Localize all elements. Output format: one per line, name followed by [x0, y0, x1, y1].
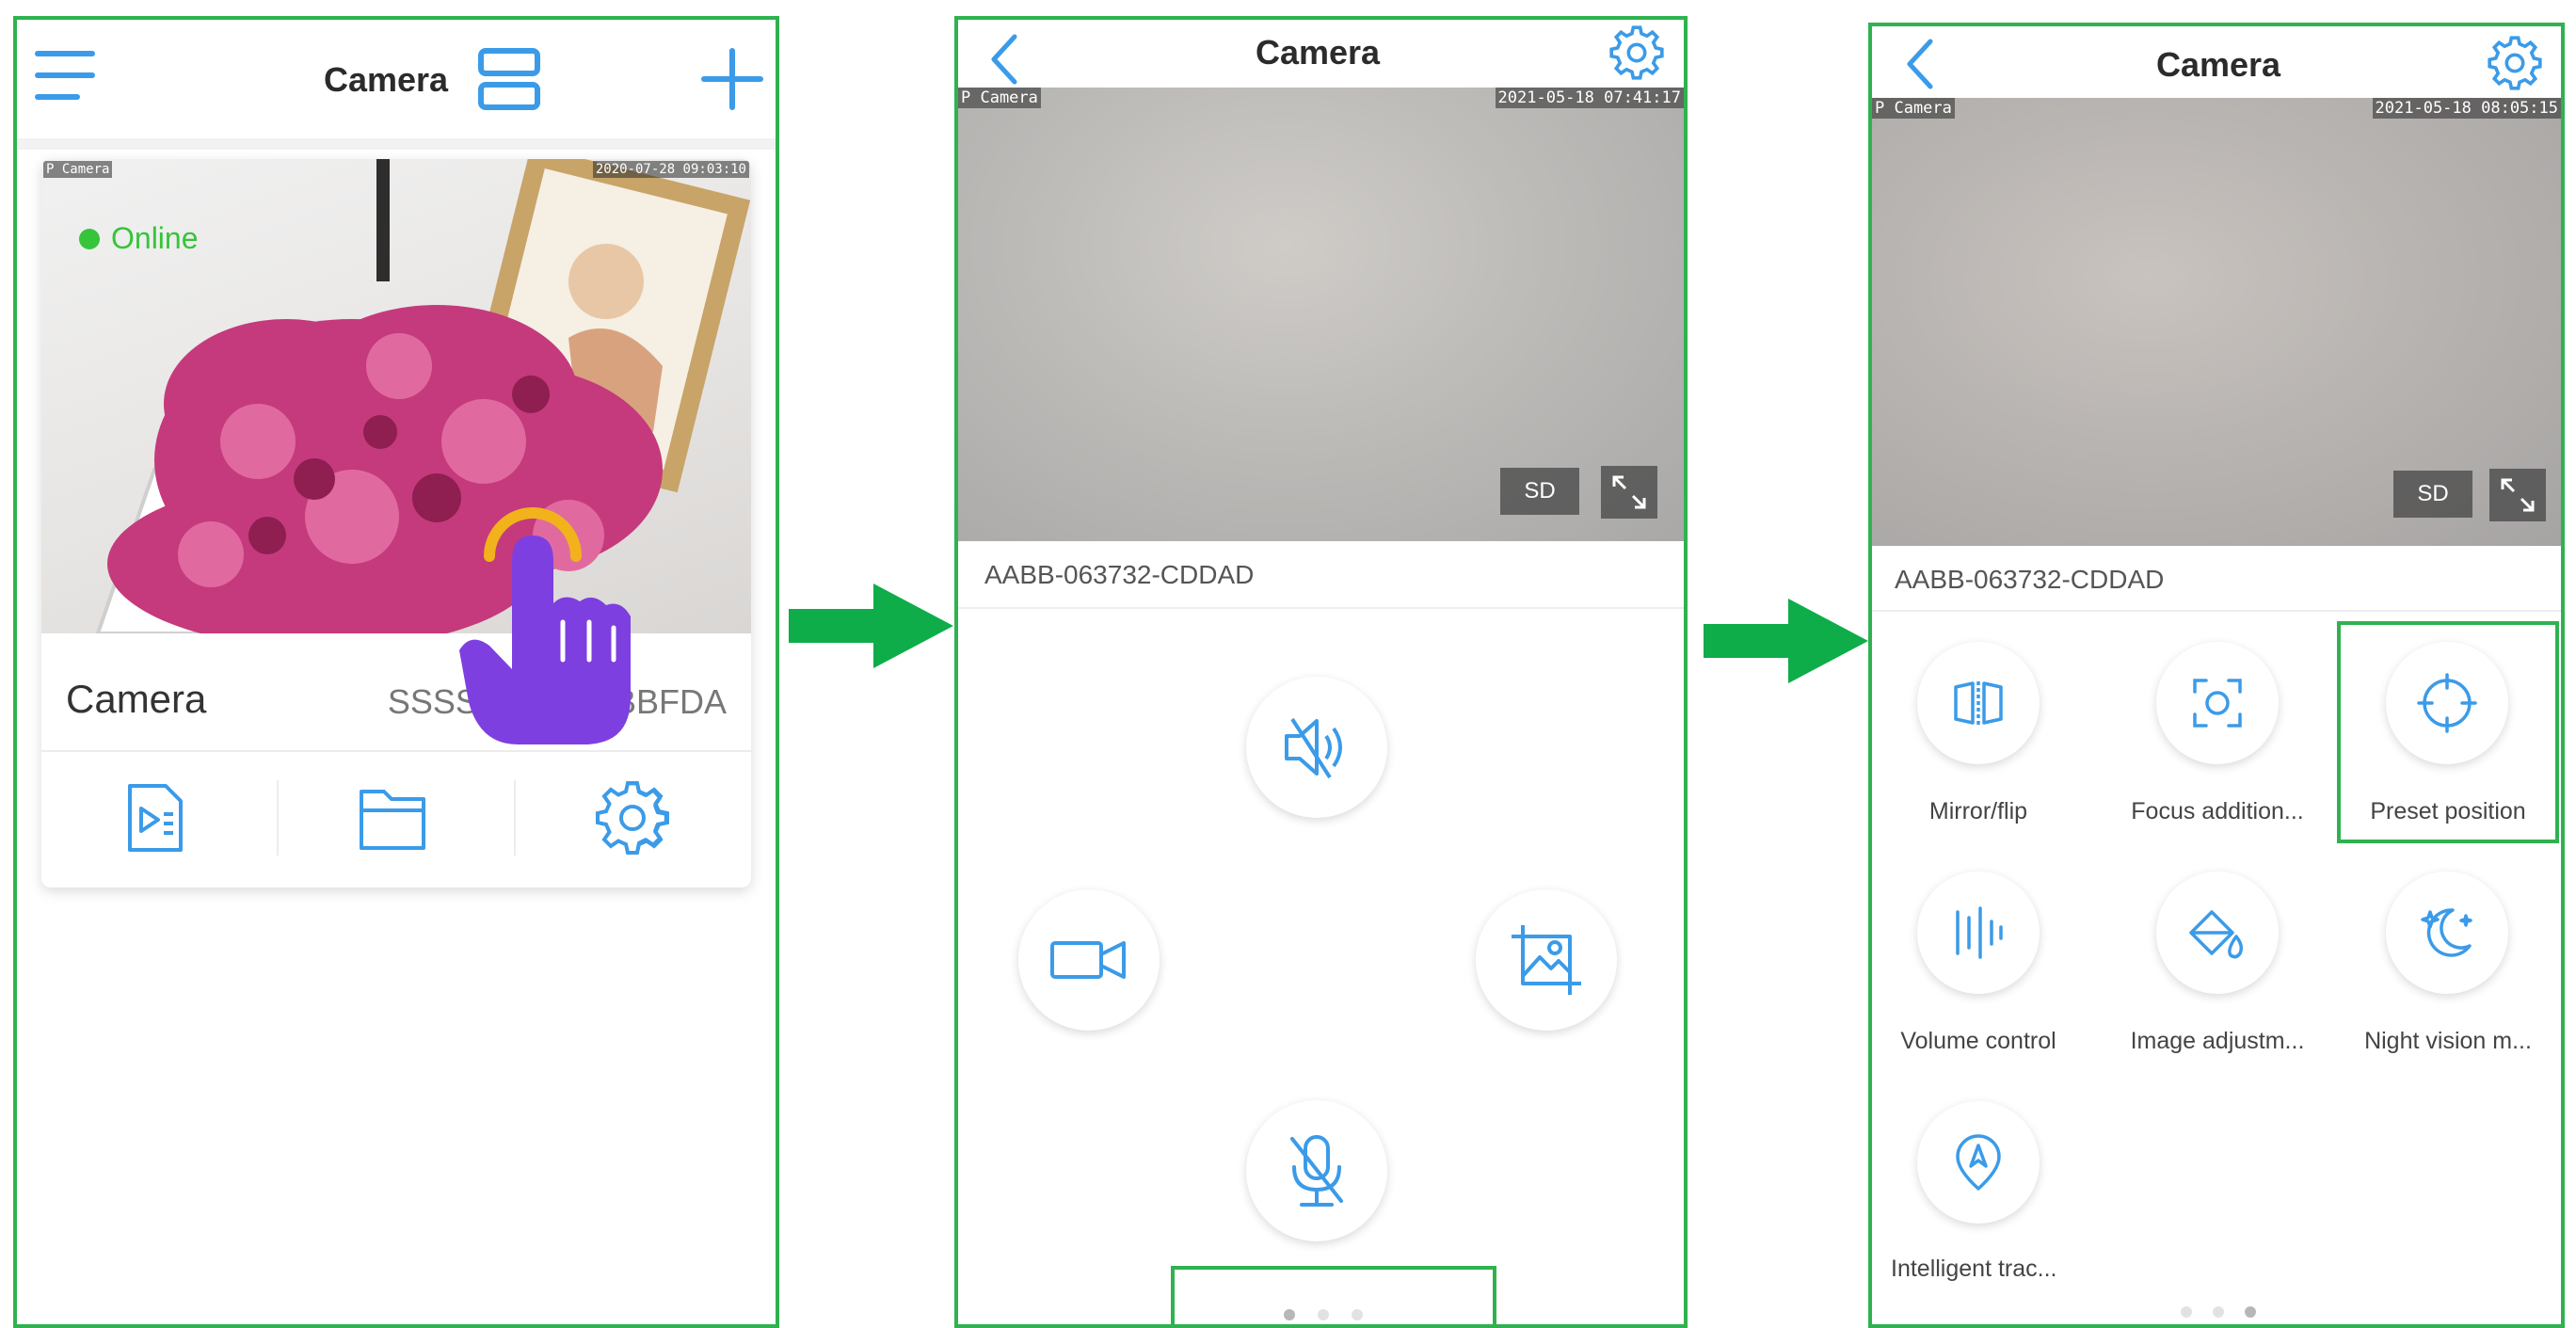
- back-icon[interactable]: [988, 33, 1018, 86]
- volume-control-button[interactable]: [1917, 872, 2040, 994]
- function-label: Night vision m...: [2364, 1028, 2532, 1054]
- action-divider: [514, 780, 516, 856]
- function-label: Image adjustm...: [2130, 1028, 2305, 1054]
- snapshot-button[interactable]: [1476, 889, 1617, 1031]
- layout-toggle-icon[interactable]: [476, 46, 542, 112]
- mirror-flip-icon: [1954, 681, 2003, 725]
- step-arrow-icon: [1704, 599, 1868, 683]
- page-dot-2[interactable]: [2213, 1306, 2224, 1318]
- image-adjustment-button[interactable]: [2156, 872, 2279, 994]
- device-name: Camera: [66, 677, 207, 721]
- live-video[interactable]: P Camera 2021-05-18 08:05:15 SD: [1872, 98, 2561, 546]
- camera-thumbnail[interactable]: P Camera 2020-07-28 09:03:10 Online: [41, 159, 751, 633]
- section-divider: [1872, 610, 2561, 612]
- page-title: Camera: [2156, 45, 2281, 84]
- device-id: AABB-063732-CDDAD: [984, 560, 1255, 589]
- microphone-mute-icon: [1290, 1135, 1343, 1207]
- function-label: Mirror/flip: [1928, 798, 2028, 824]
- quality-sd-button[interactable]: SD: [2393, 471, 2472, 518]
- overlay-camera-name: P Camera: [1872, 98, 1955, 119]
- page-indicator-highlight: [1171, 1266, 1496, 1324]
- step-arrow-icon: [789, 584, 953, 668]
- section-divider: [958, 607, 1684, 609]
- function-label: Focus addition...: [2131, 798, 2304, 824]
- device-id: AABB-063732-CDDAD: [1895, 565, 2165, 594]
- device-card[interactable]: P Camera 2020-07-28 09:03:10 Online Came…: [41, 159, 751, 888]
- volume-control-icon: [1956, 906, 2003, 959]
- add-icon[interactable]: [701, 48, 763, 110]
- overlay-camera-name: P Camera: [43, 161, 113, 178]
- folder-icon[interactable]: [356, 782, 433, 854]
- action-divider: [277, 780, 279, 856]
- record-video-icon: [1050, 941, 1126, 979]
- menu-icon[interactable]: [34, 48, 96, 103]
- speaker-mute-icon: [1285, 717, 1342, 779]
- page-dot-3[interactable]: [2245, 1306, 2256, 1318]
- header-divider: [17, 138, 776, 150]
- page-dot-3[interactable]: [1352, 1309, 1363, 1320]
- overlay-timestamp: 2021-05-18 08:05:15: [2372, 98, 2561, 119]
- intelligent-tracking-icon: [1956, 1134, 2001, 1191]
- card-divider: [41, 750, 751, 752]
- page-dot-2[interactable]: [1318, 1309, 1329, 1320]
- fullscreen-icon[interactable]: [1601, 466, 1657, 519]
- page-dot-1[interactable]: [1284, 1309, 1295, 1320]
- online-dot: [79, 228, 100, 249]
- page-title: Camera: [324, 60, 449, 99]
- settings-gear-icon[interactable]: [2488, 36, 2542, 90]
- overlay-timestamp: 2020-07-28 09:03:10: [592, 161, 749, 178]
- page-dot-1[interactable]: [2181, 1306, 2192, 1318]
- online-status-label: Online: [111, 221, 199, 255]
- function-label: Preset position: [2370, 798, 2526, 824]
- preset-position-icon: [2417, 673, 2477, 733]
- settings-gear-icon[interactable]: [595, 780, 670, 856]
- quality-sd-button[interactable]: SD: [1500, 468, 1579, 515]
- microphone-mute-button[interactable]: [1246, 1100, 1387, 1241]
- overlay-camera-name: P Camera: [958, 88, 1041, 108]
- mirror-flip-button[interactable]: [1917, 642, 2040, 764]
- panel-functions: Camera P Camera 2021-05-18 08:05:15 SD A…: [1868, 23, 2565, 1328]
- settings-gear-icon[interactable]: [1609, 25, 1664, 80]
- live-video[interactable]: P Camera 2021-05-18 07:41:17 SD: [958, 88, 1684, 541]
- speaker-mute-button[interactable]: [1246, 677, 1387, 818]
- panel-live-view: Camera P Camera 2021-05-18 07:41:17 SD A…: [954, 16, 1688, 1328]
- snapshot-icon: [1512, 925, 1581, 995]
- focus-icon: [2193, 679, 2242, 728]
- online-status: Online: [79, 221, 199, 256]
- image-adjust-icon: [2189, 910, 2244, 959]
- page-title: Camera: [1256, 33, 1381, 72]
- function-label: Volume control: [1900, 1028, 2056, 1054]
- panel-device-list: Camera P Camera 2020-07-28 09:03:10 Onli…: [13, 16, 779, 1328]
- tap-hand-icon: [452, 490, 640, 759]
- fullscreen-icon[interactable]: [2489, 469, 2546, 521]
- back-icon[interactable]: [1904, 38, 1934, 90]
- function-label: Intelligent trac...: [1891, 1256, 2057, 1282]
- intelligent-tracking-button[interactable]: [1917, 1101, 2040, 1224]
- night-vision-button[interactable]: [2386, 872, 2508, 994]
- focus-addition-button[interactable]: [2156, 642, 2279, 764]
- overlay-timestamp: 2021-05-18 07:41:17: [1495, 88, 1684, 108]
- record-button[interactable]: [1018, 889, 1160, 1031]
- night-vision-icon: [2421, 908, 2472, 957]
- preset-position-button[interactable]: [2386, 642, 2508, 764]
- playback-file-icon[interactable]: [117, 780, 192, 856]
